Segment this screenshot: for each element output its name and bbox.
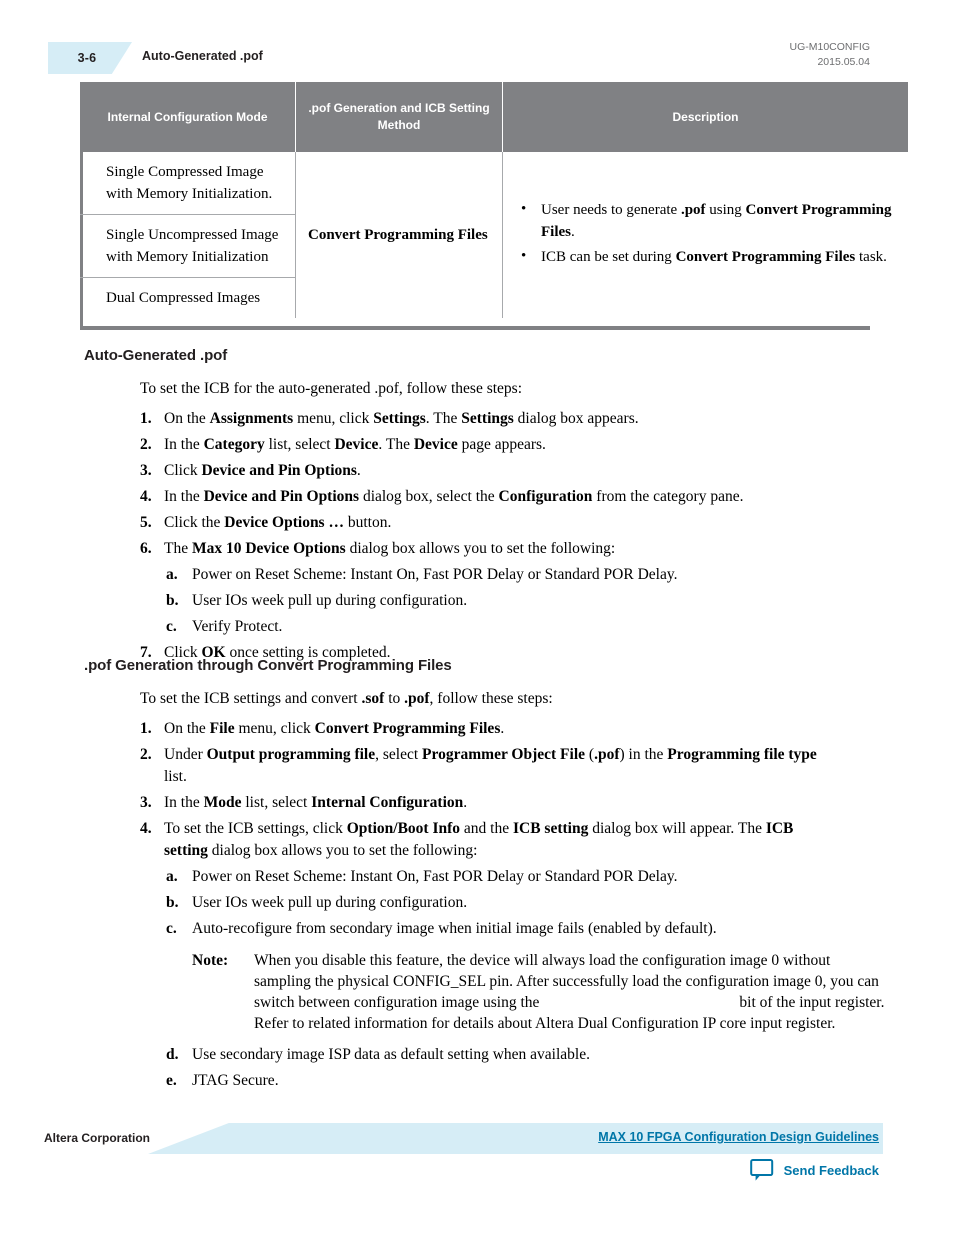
note-container: Note: When you disable this feature, the… [164, 950, 884, 1034]
table-row: Single Compressed Image with Memory Init… [80, 152, 908, 318]
list-item: 3. Click Device and Pin Options. [140, 460, 840, 482]
section-heading-auto-generated-pof: Auto-Generated .pof [84, 347, 228, 364]
step-marker: 4. [140, 820, 152, 837]
substep-marker: a. [166, 566, 178, 583]
section2-step-list: 1. On the File menu, click Convert Progr… [140, 718, 884, 1096]
step-marker: 5. [140, 514, 152, 531]
list-item: b. User IOs week pull up during configur… [166, 590, 840, 612]
note-line-3b: bit of the [739, 994, 796, 1011]
substep-marker: b. [166, 592, 179, 609]
table-head: Internal Configuration Mode .pof Generat… [80, 82, 908, 152]
send-feedback-button[interactable]: Send Feedback [749, 1157, 879, 1183]
configuration-mode-table: Internal Configuration Mode .pof Generat… [80, 82, 908, 318]
list-item: 2. In the Category list, select Device. … [140, 434, 840, 456]
cell-description: User needs to generate .pof using Conver… [502, 152, 908, 318]
list-item: 4. To set the ICB settings, click Option… [140, 818, 884, 1092]
section1-step-list: 1. On the Assignments menu, click Settin… [140, 408, 840, 668]
footer-document-link[interactable]: MAX 10 FPGA Configuration Design Guideli… [598, 1130, 879, 1144]
note-label: Note: [192, 952, 229, 969]
substep-marker: e. [166, 1072, 177, 1089]
note-block: Note: When you disable this feature, the… [192, 950, 890, 1034]
step-marker: 4. [140, 488, 152, 505]
running-header-title: Auto-Generated .pof [142, 49, 263, 63]
cell-method: Convert Programming Files [295, 152, 503, 318]
section-heading-pof-generation: .pof Generation through Convert Programm… [84, 657, 452, 674]
list-item: b. User IOs week pull up during configur… [166, 892, 840, 914]
list-item: d. Use secondary image ISP data as defau… [166, 1044, 840, 1066]
list-item: c. Auto-recofigure from secondary image … [166, 918, 840, 940]
list-item: 1. On the File menu, click Convert Progr… [140, 718, 840, 740]
column-header-method: .pof Generation and ICB Setting Method [295, 82, 503, 152]
speech-bubble-icon [749, 1157, 775, 1183]
list-item: a. Power on Reset Scheme: Instant On, Fa… [166, 866, 840, 888]
note-line-5: core input register. [719, 1015, 836, 1032]
list-item: 6. The Max 10 Device Options dialog box … [140, 538, 840, 638]
list-item: User needs to generate .pof using Conver… [515, 198, 894, 243]
substep-text: Auto-recofigure from secondary image whe… [192, 920, 717, 937]
step-marker: 3. [140, 462, 152, 479]
substep-text: Verify Protect. [192, 618, 283, 635]
list-item: 4. In the Device and Pin Options dialog … [140, 486, 840, 508]
cell-mode-2: Single Uncompressed Image with Memory In… [80, 214, 296, 278]
substep-text: Power on Reset Scheme: Instant On, Fast … [192, 566, 678, 583]
cell-mode-1: Single Compressed Image with Memory Init… [80, 152, 296, 215]
substep-text: Power on Reset Scheme: Instant On, Fast … [192, 868, 678, 885]
note-line-2: sampling the physical CONFIG_SEL pin. Af… [254, 973, 827, 990]
section2-intro: To set the ICB settings and convert .sof… [140, 690, 553, 707]
step-marker: 1. [140, 720, 152, 737]
list-item: c. Verify Protect. [166, 616, 840, 638]
footer-corporation: Altera Corporation [44, 1131, 151, 1145]
substep-marker: c. [166, 618, 177, 635]
section2-substep-list: a. Power on Reset Scheme: Instant On, Fa… [164, 866, 884, 1092]
list-item: ICB can be set during Convert Programmin… [515, 245, 894, 268]
substep-text: JTAG Secure. [192, 1072, 279, 1089]
description-bullet-list: User needs to generate .pof using Conver… [515, 198, 894, 268]
table-bottom-rule [80, 326, 870, 330]
document-id: UG-M10CONFIG [789, 41, 870, 53]
cell-mode-3: Dual Compressed Images [106, 290, 261, 306]
step-marker: 2. [140, 746, 152, 763]
substep-marker: b. [166, 894, 179, 911]
section1-intro: To set the ICB for the auto-generated .p… [140, 380, 523, 397]
list-item: 3. In the Mode list, select Internal Con… [140, 792, 840, 814]
document-id-block: UG-M10CONFIG 2015.05.04 [789, 40, 870, 70]
list-item: 5. Click the Device Options … button. [140, 512, 840, 534]
substep-text: User IOs week pull up during configurati… [192, 592, 468, 609]
substep-text: Use secondary image ISP data as default … [192, 1046, 590, 1063]
list-item: 2. Under Output programming file, select… [140, 746, 817, 785]
section1-substep-list: a. Power on Reset Scheme: Instant On, Fa… [164, 564, 840, 638]
page-header: 3-6 Auto-Generated .pof UG-M10CONFIG 201… [0, 0, 954, 84]
substep-marker: a. [166, 868, 178, 885]
list-item: e. JTAG Secure. [166, 1070, 840, 1092]
substep-text: User IOs week pull up during configurati… [192, 894, 468, 911]
step-marker: 3. [140, 794, 152, 811]
column-header-description: Description [502, 82, 908, 152]
note-line-1: When you disable this feature, the devic… [254, 952, 831, 969]
table-body: Single Compressed Image with Memory Init… [80, 152, 908, 318]
substep-marker: d. [166, 1046, 179, 1063]
step-marker: 6. [140, 540, 152, 557]
page-number: 3-6 [77, 51, 97, 65]
step-marker: 2. [140, 436, 152, 453]
list-item: 1. On the Assignments menu, click Settin… [140, 408, 840, 430]
substep-marker: c. [166, 920, 177, 937]
document-date: 2015.05.04 [817, 56, 870, 68]
list-item: a. Power on Reset Scheme: Instant On, Fa… [166, 564, 840, 586]
step-marker: 1. [140, 410, 152, 427]
table-header-row: Internal Configuration Mode .pof Generat… [80, 82, 908, 152]
table: Internal Configuration Mode .pof Generat… [80, 82, 908, 318]
column-header-mode: Internal Configuration Mode [80, 82, 296, 152]
send-feedback-label: Send Feedback [783, 1162, 879, 1178]
